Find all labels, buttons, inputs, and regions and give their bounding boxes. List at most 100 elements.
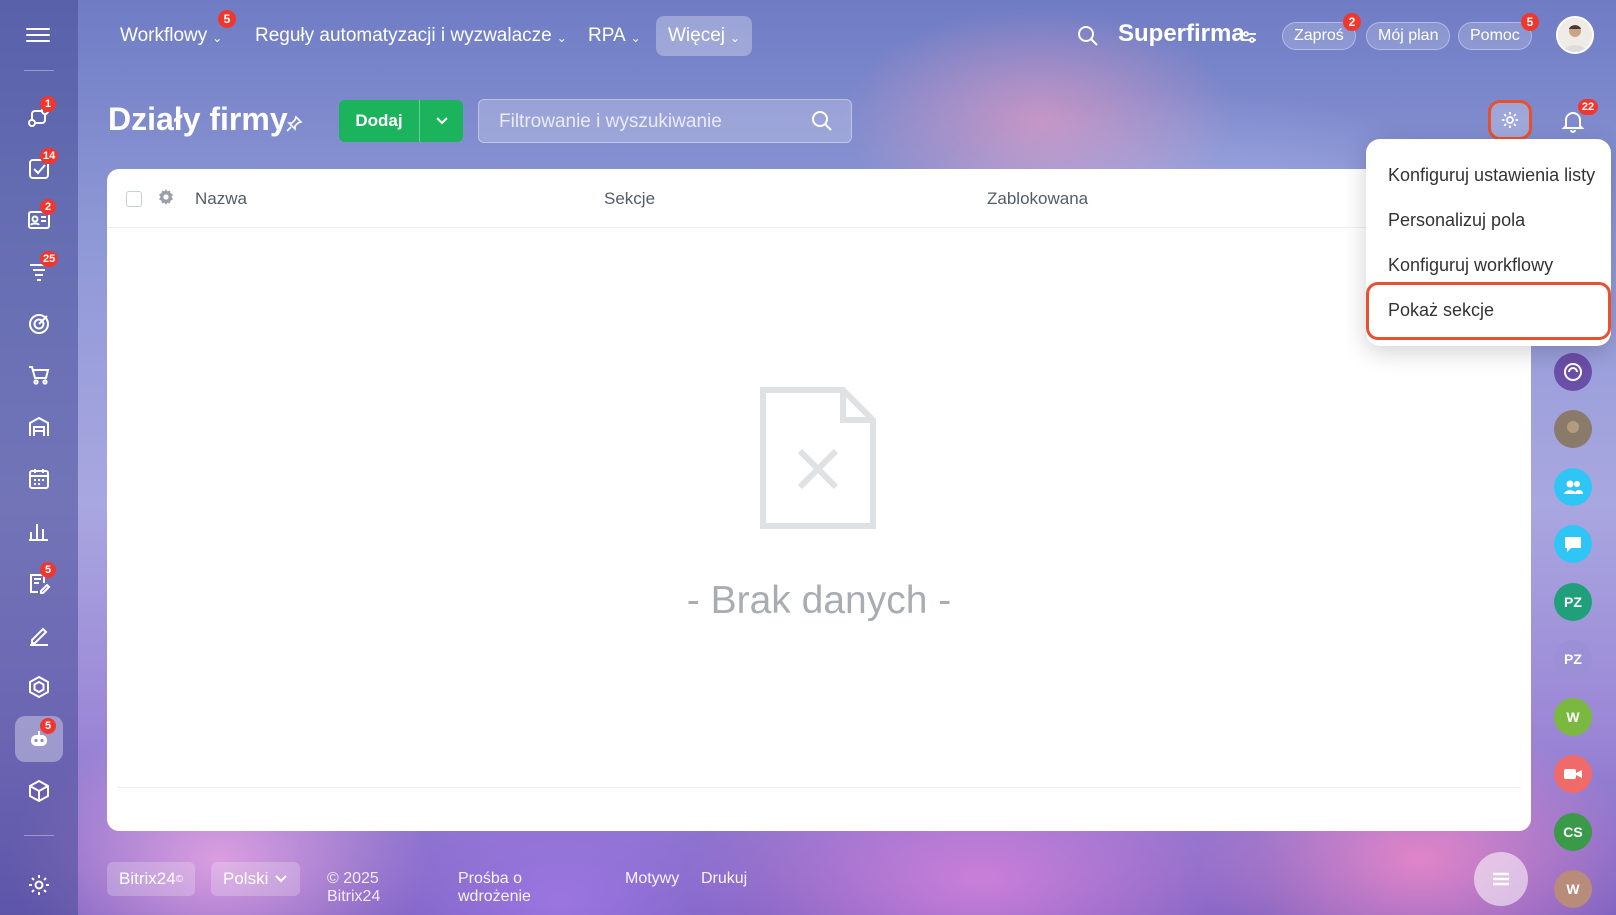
sidebar-item-settings[interactable] [15,862,63,908]
footer-link-implementation[interactable]: Prośba o wdrożenie [458,870,531,906]
sidebar-item-sign[interactable] [15,612,63,658]
pin-icon[interactable] [284,114,304,134]
left-sidebar: 1 14 2 25 5 5 [0,0,78,915]
rail-group[interactable] [1554,468,1592,506]
nav-label: Reguły automatyzacji i wyzwalacze [255,25,552,46]
rail-user-w-2[interactable]: W [1554,870,1592,908]
rail-chat[interactable] [1554,525,1592,563]
sidebar-item-documents[interactable]: 5 [15,560,63,606]
menu-item-configure-list[interactable]: Konfiguruj ustawienia listy [1388,165,1595,186]
help-button[interactable]: Pomoc 5 [1458,13,1539,50]
footer-link-themes[interactable]: Motywy [625,870,679,888]
sidebar-item-contacts[interactable]: 2 [15,197,63,243]
company-name[interactable]: Superfirma [1118,20,1245,48]
calendar-icon [29,469,49,489]
nav-label: RPA [588,25,626,46]
sidebar-badge: 25 [40,251,59,267]
sidebar-item-calendar[interactable] [15,456,63,502]
group-icon [1564,480,1583,494]
sidebar-badge: 2 [40,199,56,215]
add-dropdown-button[interactable] [420,100,463,142]
warehouse-icon [29,416,49,436]
filter-search-input[interactable] [479,100,821,144]
column-header-locked[interactable]: Zablokowana [987,189,1088,209]
footer-link-print[interactable]: Drukuj [701,870,747,888]
my-plan-button[interactable]: Mój plan [1366,22,1451,50]
notifications-badge: 22 [1578,99,1598,115]
empty-state-text: - Brak danych - [686,579,952,622]
nav-item-more[interactable]: Więcej ⌄ [656,16,753,56]
list-settings-button[interactable] [1488,100,1532,140]
footer-copyright: © 2025 Bitrix24 [327,870,381,905]
nav-label: Workflowy [120,25,208,46]
sidebar-item-target[interactable] [15,301,63,347]
tune-settings-icon[interactable] [1240,28,1258,46]
sidebar-item-box[interactable] [15,768,63,814]
clock-icon: © [175,873,184,885]
invite-badge: 2 [1343,13,1361,31]
menu-item-customize-fields[interactable]: Personalizuj pola [1388,210,1525,231]
invite-button[interactable]: Zaproś 2 [1282,13,1361,50]
rail-user-pz-2[interactable]: PZ [1554,640,1592,678]
chevron-down-icon: ⌄ [630,30,641,45]
hexagon-icon [29,675,49,699]
sidebar-item-automation[interactable]: 5 [15,716,63,762]
user-photo-icon [1558,18,1592,52]
sidebar-item-hexagon[interactable] [15,664,63,710]
video-icon [1564,769,1582,779]
hamburger-menu-icon[interactable] [22,24,54,46]
box-icon [29,779,49,803]
no-data-document-icon [760,387,876,529]
rail-initials: W [1566,709,1580,725]
nav-item-workflowy[interactable]: Workflowy ⌄ 5 [108,10,236,56]
chevron-down-icon: ⌄ [212,30,223,45]
invite-label: Zaproś [1294,27,1344,44]
list-lines-icon [1493,872,1509,886]
sidebar-item-shop[interactable] [15,352,63,398]
rail-initials: CS [1563,824,1583,840]
column-header-sections[interactable]: Sekcje [604,189,655,209]
card-footer-divider [117,787,1521,788]
add-button[interactable]: Dodaj [339,100,419,142]
list-card: Nazwa Sekcje Zablokowana - Brak danych - [107,169,1531,831]
column-header-name[interactable]: Nazwa [195,189,247,209]
select-all-checkbox[interactable] [126,191,142,207]
pen-sign-icon [30,627,48,646]
sidebar-badge: 14 [40,148,59,164]
sidebar-divider [24,70,54,71]
language-selector[interactable]: Polski [211,862,301,896]
bitrix24-logo[interactable]: Bitrix24 © [107,862,196,896]
nav-item-automation-rules[interactable]: Reguły automatyzacji i wyzwalacze ⌄ [243,16,579,56]
sidebar-item-funnel[interactable]: 25 [15,249,63,295]
rail-copilot[interactable] [1554,353,1592,391]
nav-item-rpa[interactable]: RPA ⌄ [576,16,653,56]
column-settings-icon[interactable] [157,188,175,206]
sidebar-item-warehouse[interactable] [15,404,63,450]
rail-initials: PZ [1564,594,1582,610]
chat-icon [1565,537,1581,552]
rail-group-photo[interactable] [1554,410,1592,448]
sidebar-divider [24,835,54,836]
chevron-down-icon: ⌄ [730,30,741,45]
rail-video[interactable] [1554,755,1592,793]
rail-user-w[interactable]: W [1554,698,1592,736]
rail-user-pz[interactable]: PZ [1554,583,1592,621]
target-icon [29,314,49,334]
search-icon[interactable] [1076,24,1100,48]
sidebar-item-workflows[interactable]: 1 [15,94,63,140]
table-header: Nazwa Sekcje Zablokowana [107,169,1531,228]
chevron-down-icon: ⌄ [556,30,567,45]
chevron-down-icon [275,875,288,883]
search-icon[interactable] [811,110,833,132]
group-photo-icon [1567,421,1579,433]
menu-item-configure-workflows[interactable]: Konfiguruj workflowy [1388,255,1553,276]
sidebar-item-tasks[interactable]: 14 [15,146,63,192]
chat-panel-button[interactable] [1474,852,1528,906]
highlight-frame [1366,282,1611,340]
bar-chart-icon [29,524,48,541]
sidebar-item-analytics[interactable] [15,508,63,554]
user-avatar[interactable] [1556,16,1594,54]
rail-user-cs[interactable]: CS [1554,813,1592,851]
nav-badge: 5 [218,10,236,28]
copilot-icon [1564,363,1582,381]
